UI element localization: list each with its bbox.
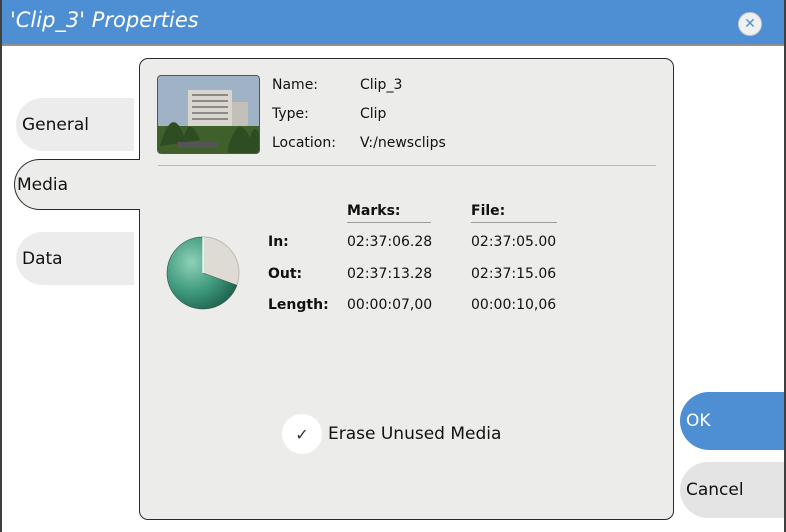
file-header-underline: [471, 222, 557, 223]
dialog-title: 'Clip_3' Properties: [10, 8, 199, 32]
name-value: Clip_3: [360, 77, 403, 93]
cancel-button-label: Cancel: [686, 480, 744, 500]
marks-header-underline: [347, 222, 431, 223]
location-label: Location:: [272, 135, 336, 151]
name-label: Name:: [272, 77, 319, 93]
location-value: V:/newsclips: [360, 135, 446, 151]
ok-button-label: OK: [686, 411, 711, 431]
close-button[interactable]: ✕: [738, 12, 762, 36]
close-icon: ✕: [744, 16, 756, 32]
erase-unused-media-label: Erase Unused Media: [328, 424, 502, 444]
title-bar: 'Clip_3' Properties ✕: [2, 0, 784, 46]
clip-thumbnail: [157, 75, 260, 154]
tab-data-label: Data: [22, 248, 63, 269]
tab-media[interactable]: Media: [14, 159, 140, 210]
out-file-value: 02:37:15.06: [471, 266, 557, 282]
length-file-value: 00:00:10,06: [471, 297, 557, 313]
out-label: Out:: [268, 266, 303, 282]
cancel-button[interactable]: Cancel: [680, 462, 784, 518]
tab-general-label: General: [22, 114, 89, 135]
erase-unused-media-checkbox[interactable]: ✓: [282, 414, 322, 454]
properties-dialog: 'Clip_3' Properties ✕ General Data Media: [0, 0, 786, 532]
type-label: Type:: [272, 106, 309, 122]
file-header: File:: [471, 203, 506, 219]
in-file-value: 02:37:05.00: [471, 234, 557, 250]
out-marks-value: 02:37:13.28: [347, 266, 433, 282]
ok-button[interactable]: OK: [680, 392, 784, 450]
tab-media-label: Media: [17, 174, 69, 195]
in-label: In:: [268, 234, 289, 250]
type-value: Clip: [360, 106, 387, 122]
length-label: Length:: [268, 297, 329, 313]
length-marks-value: 00:00:07,00: [347, 297, 433, 313]
tab-general[interactable]: General: [16, 98, 134, 151]
media-usage-pie-icon: [166, 236, 240, 310]
marks-header: Marks:: [347, 203, 401, 219]
checkmark-icon: ✓: [295, 424, 309, 444]
in-marks-value: 02:37:06.28: [347, 234, 433, 250]
divider: [158, 165, 656, 166]
thumbnail-image: [158, 76, 259, 153]
tab-data[interactable]: Data: [16, 232, 134, 285]
